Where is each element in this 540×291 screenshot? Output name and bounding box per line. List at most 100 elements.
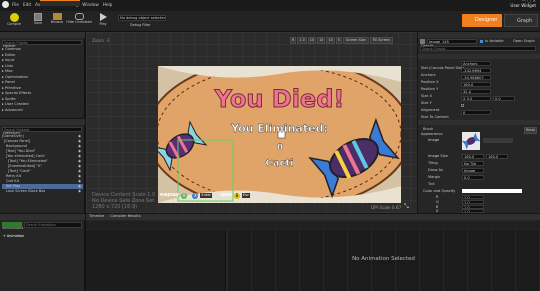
palette-category-label: User Created	[4, 102, 29, 106]
window-controls[interactable]: — ▢ ✕	[522, 0, 536, 3]
property-value-field[interactable]: 0	[461, 110, 491, 115]
image-size-x-field[interactable]: 160.0	[462, 154, 484, 159]
timeline-tab[interactable]: Timeline	[86, 214, 104, 220]
canvas-toggle-2[interactable]: 10	[307, 37, 317, 44]
widget-name-field[interactable]: Image_145	[427, 39, 477, 44]
designer-canvas[interactable]: Zoom -3 R 1.0 10 10 10 5 Screen Size Fil…	[86, 32, 417, 213]
canvas-toggle-3[interactable]: 10	[317, 37, 326, 44]
designer-mode-label: Designer	[475, 17, 498, 23]
palette-category-label: Special Effects	[4, 91, 32, 95]
hierarchy-item-label: Set Play	[6, 184, 21, 188]
you-eliminated-label: You Eliminated:	[231, 122, 328, 135]
details-header: Details	[418, 32, 540, 48]
gameover-widget-preview[interactable]: You Died! You Eliminated: 0 Cacti Replay…	[158, 66, 401, 203]
color-swatch[interactable]	[462, 189, 522, 193]
palette-category-item[interactable]: ▸ Advanced	[2, 108, 82, 114]
quit-label[interactable]: Quit	[220, 193, 232, 198]
brush-reset-button[interactable]: Reset	[524, 127, 537, 134]
menu-help[interactable]: Help	[103, 2, 113, 7]
you-died-title: You Died!	[214, 85, 345, 113]
add-animation-button[interactable]: + Animation	[2, 222, 24, 238]
image-label: Image	[428, 138, 440, 142]
fill-screen-dropdown[interactable]: Fill Screen	[369, 37, 393, 44]
palette-category-label: Input	[4, 58, 15, 62]
canvas-toggle-5[interactable]: 5	[335, 37, 342, 44]
menu-file[interactable]: File	[12, 2, 19, 7]
slot-property-row: Alignment X 0.0	[421, 96, 537, 112]
draw-as-label: Draw As	[428, 168, 443, 172]
open-graph-button[interactable]: Open Graph	[513, 39, 535, 44]
image-size-y-field[interactable]: 160.0	[486, 154, 508, 159]
margin-label: Margin	[428, 175, 441, 179]
tiling-dropdown[interactable]: No Tile	[462, 161, 484, 166]
appearance-section-header[interactable]: Appearance	[418, 120, 540, 136]
hierarchy-item-label: [Text] "Cacti"	[8, 169, 31, 173]
a-field[interactable]: 1.0	[462, 209, 484, 213]
hierarchy-item[interactable]: Lose Screen Black Box ◉	[2, 189, 83, 194]
play-button[interactable]: Play	[96, 13, 110, 30]
menu-window[interactable]: Window	[82, 2, 99, 7]
margin-field[interactable]: 0.0	[462, 175, 484, 180]
menu-bar: File Edit Asset View Debug Window Help G…	[0, 0, 540, 17]
designer-mode-button[interactable]: Designer	[462, 14, 502, 27]
is-variable-checkbox[interactable]	[480, 40, 483, 43]
slot-section-header[interactable]: Slot (Canvas Panel Slot)	[418, 54, 540, 70]
compiler-results-tab[interactable]: Compiler Results	[110, 214, 140, 220]
palette-header: Palette	[0, 32, 85, 48]
hierarchy-search-input[interactable]	[2, 127, 82, 132]
browse-button[interactable]: Browse	[49, 13, 65, 30]
asset-tab[interactable]: Gameover Screen	[40, 0, 80, 17]
palette-search-input[interactable]	[2, 40, 82, 45]
alignment-y-field[interactable]: 0.0	[493, 96, 515, 101]
graph-mode-label: Graph	[517, 18, 533, 24]
window-subtitle: User Widget	[510, 3, 536, 8]
hierarchy-item-label: [EnemiesKilled] "0"	[8, 164, 42, 168]
timeline-track-area[interactable]: No Animation Selected	[227, 230, 540, 291]
property-value-field[interactable]: 160.0	[461, 82, 491, 87]
property-value-field[interactable]: -242.6694	[461, 68, 491, 73]
property-value-field[interactable]: 32.0	[461, 89, 491, 94]
debug-object-dropdown[interactable]: No debug object selected	[118, 15, 166, 21]
slot-property-list: Position X -242.6694 Position Y -34.986607 S…	[421, 68, 537, 126]
anchors-dropdown[interactable]: Anchors	[461, 61, 491, 66]
compile-button[interactable]: Compile	[4, 13, 24, 30]
screen-size-dropdown[interactable]: Screen Size	[342, 37, 369, 44]
brush-label: Brush	[423, 127, 434, 131]
property-checkbox[interactable]	[461, 104, 464, 107]
compile-label: Compile	[7, 22, 21, 26]
property-value-field[interactable]: X 0.0	[461, 96, 491, 101]
draw-as-dropdown[interactable]: Image	[462, 168, 484, 173]
image-thumbnail[interactable]	[461, 132, 481, 150]
replay-label[interactable]: Replay	[160, 193, 179, 198]
hide-unrelated-button[interactable]: Hide Unrelated	[66, 13, 92, 30]
canvas-toggle-4[interactable]: 10	[326, 37, 335, 44]
enter-key-icon: Enter	[200, 193, 213, 198]
zoom-level: Zoom -3	[92, 38, 110, 43]
slot-property-row: Size X 160.0	[421, 82, 537, 98]
menu-edit[interactable]: Edit	[23, 2, 31, 7]
device-info: Device Content Scale 1.0 No Device Safe …	[92, 192, 155, 210]
property-value-field[interactable]: -34.986607	[461, 75, 491, 80]
widget-type-icon	[420, 39, 425, 44]
graph-mode-button[interactable]: Graph	[504, 14, 538, 27]
track-list-area[interactable]	[86, 230, 226, 291]
details-search-input[interactable]	[420, 46, 536, 51]
hide-unrelated-icon	[74, 13, 84, 20]
animation-search-input[interactable]	[24, 222, 82, 228]
canvas-toggle-1[interactable]: 1.0	[297, 37, 307, 44]
canvas-toggle-r[interactable]: R	[290, 37, 297, 44]
resize-handle-icon[interactable]: ⤡	[404, 203, 409, 211]
save-button[interactable]: Save	[30, 13, 46, 30]
visibility-eye-icon[interactable]: ◉	[78, 189, 81, 194]
hierarchy-item-label: Retry Kit	[6, 174, 22, 178]
esc-key-icon: Esc	[241, 193, 251, 198]
hierarchy-item-label: [Canvas Panel]	[4, 139, 31, 143]
folder-icon	[52, 13, 62, 20]
palette-category-label: Lists	[4, 63, 14, 68]
g-field[interactable]: 1.0	[462, 200, 484, 204]
image-asset-dropdown[interactable]	[483, 138, 513, 143]
palette-panel: Palette ▸ Common▸ Editor▸ Input▸ Lists▸ …	[0, 32, 85, 118]
hierarchy-item-label: [GameOver]	[2, 134, 24, 138]
palette-category-label: Common	[4, 47, 22, 51]
r-field[interactable]: 1.0	[462, 195, 484, 199]
